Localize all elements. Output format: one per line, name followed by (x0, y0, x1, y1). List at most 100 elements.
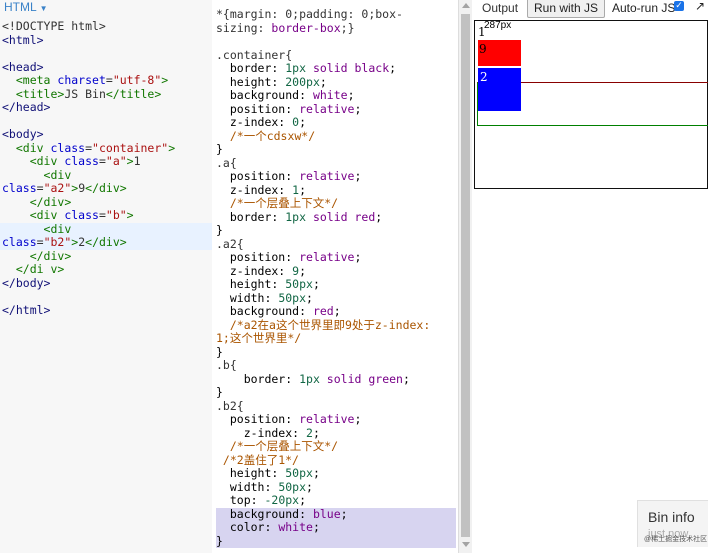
css-code-line[interactable]: height: 50px; (216, 466, 456, 481)
html-code-line[interactable]: </div> (2, 195, 212, 210)
html-code-line[interactable]: <!DOCTYPE html> (2, 19, 212, 34)
html-code-line[interactable]: <html> (2, 33, 212, 48)
css-code-line[interactable]: position: relative; (216, 412, 456, 427)
html-code-token: <div (43, 221, 72, 236)
css-code-line[interactable]: /*2盖住了1*/ (216, 453, 456, 468)
css-code-line[interactable]: position: relative; (216, 101, 456, 117)
css-code-line[interactable]: .b{ (216, 358, 456, 373)
css-code-line[interactable]: background: white; (216, 88, 456, 103)
css-code-line[interactable]: border: 1px solid red; (216, 209, 456, 225)
css-code-line[interactable]: } (216, 534, 456, 548)
html-code-line[interactable]: <meta charset="utf-8"> (2, 73, 212, 88)
css-code-line[interactable]: background: red; (216, 304, 456, 319)
preview-container-box: 287px 1 9 2 (474, 20, 708, 189)
html-code-editor[interactable]: <!DOCTYPE html> <html> <head> <meta charse… (0, 19, 212, 318)
css-code-token: height: (216, 277, 286, 291)
css-code-token: solid (306, 61, 355, 75)
html-code-line[interactable]: <body> (2, 127, 212, 142)
html-code-line[interactable] (2, 290, 212, 304)
html-code-line[interactable]: <title>JS Bin</title> (2, 87, 212, 102)
html-code-line[interactable]: </html> (2, 303, 212, 318)
html-code-token: charset (57, 73, 106, 87)
css-code-line[interactable]: height: 50px; (216, 277, 456, 292)
css-code-line[interactable]: .container{ (216, 48, 456, 63)
css-code-line[interactable]: /*a2在a这个世界里即9处于z-index: (216, 317, 456, 333)
css-code-token: z-index: (216, 182, 293, 197)
css-code-line[interactable]: top: -20px; (216, 493, 456, 508)
css-code-line[interactable]: .a{ (216, 156, 456, 171)
css-code-token: border: (216, 209, 286, 224)
auto-run-js-label[interactable]: Auto-run JS (612, 1, 675, 15)
css-code-line[interactable]: width: 50px; (216, 480, 456, 495)
html-code-line[interactable]: <div (2, 168, 212, 183)
css-code-token: 2 (306, 425, 313, 440)
html-code-line[interactable] (2, 47, 212, 61)
css-code-line[interactable]: z-index: 1; (216, 182, 456, 198)
css-code-line[interactable] (216, 35, 456, 49)
html-code-line[interactable]: class="a2">9</div> (2, 181, 212, 196)
css-code-line[interactable]: sizing: border-box;} (216, 21, 456, 36)
output-tab-label[interactable]: Output (482, 1, 518, 15)
css-code-line[interactable]: /*一个层叠上下文*/ (216, 439, 456, 454)
html-code-line[interactable]: </body> (2, 275, 212, 291)
css-code-line[interactable]: /*一个cdsxw*/ (216, 129, 456, 144)
html-code-line[interactable]: <div class="a">1 (2, 154, 212, 169)
css-code-line[interactable]: .b2{ (216, 399, 456, 414)
css-code-token: ; (312, 425, 320, 440)
html-code-line[interactable]: <head> (2, 59, 212, 75)
css-code-token: ; (312, 466, 320, 480)
css-editor-panel[interactable]: *{margin: 0;padding: 0;box-sizing: borde… (212, 0, 458, 553)
css-code-line[interactable]: border: 1px solid black; (216, 61, 456, 76)
css-code-line[interactable]: background: blue; (216, 507, 456, 521)
html-code-token: = (36, 235, 44, 249)
run-with-js-button[interactable]: Run with JS (527, 0, 606, 18)
html-code-token: </body> (2, 275, 51, 290)
css-code-line[interactable]: } (216, 223, 456, 238)
html-code-line[interactable]: <div (0, 221, 212, 236)
html-panel-tab[interactable]: HTML ▼ (4, 0, 48, 14)
css-code-token: ; (389, 61, 397, 75)
css-code-editor[interactable]: *{margin: 0;padding: 0;box-sizing: borde… (216, 7, 456, 548)
html-editor-panel[interactable]: HTML ▼ <!DOCTYPE html> <html> <head> <meta … (0, 0, 213, 553)
html-code-token: > (161, 73, 169, 87)
css-code-line[interactable]: border: 1px solid green; (216, 372, 456, 387)
html-code-line[interactable]: <div class="b"> (2, 208, 212, 223)
css-code-line[interactable]: } (216, 142, 456, 157)
html-code-line[interactable] (2, 115, 212, 129)
html-code-line[interactable]: <div class="container"> (2, 141, 212, 156)
css-code-line[interactable]: /*一个层叠上下文*/ (216, 196, 456, 211)
scroll-down-arrow-icon[interactable] (462, 542, 470, 547)
css-code-token: *{margin: 0;padding: 0;box- (216, 7, 403, 21)
css-code-line[interactable]: color: white; (216, 520, 456, 535)
html-code-token: class (2, 235, 37, 249)
scroll-up-arrow-icon[interactable] (462, 3, 470, 8)
auto-run-js-checkbox[interactable]: ✓ (674, 1, 684, 11)
html-code-line[interactable]: </div> (2, 249, 212, 264)
css-code-token: /*a2在a这个世界里即9处于z-index: (216, 317, 431, 332)
css-code-token: relative (299, 101, 355, 116)
css-code-line[interactable]: z-index: 2; (216, 425, 456, 441)
css-code-line[interactable]: height: 200px; (216, 75, 456, 90)
open-in-new-window-icon[interactable]: ↗ (695, 0, 705, 13)
css-code-line[interactable]: position: relative; (216, 169, 456, 184)
css-code-token: white (312, 88, 348, 102)
css-code-line[interactable]: width: 50px; (216, 291, 456, 306)
selected-text: color: white; (216, 520, 456, 535)
css-code-line[interactable]: } (216, 385, 456, 400)
html-code-token: <!DOCTYPE html> (2, 19, 106, 33)
css-code-line[interactable]: z-index: 0; (216, 115, 456, 130)
css-code-line[interactable]: } (216, 345, 456, 360)
html-code-line[interactable]: </head> (2, 100, 212, 115)
css-code-line[interactable]: *{margin: 0;padding: 0;box- (216, 7, 456, 22)
scrollbar-thumb[interactable] (461, 14, 470, 537)
bin-info-panel[interactable]: Bin info just now @稀土掘金技术社区 (637, 500, 708, 547)
css-code-line[interactable]: 1;这个世界里*/ (216, 331, 456, 346)
html-code-line[interactable]: class="b2">2</div> (0, 235, 212, 250)
css-code-line[interactable]: .a2{ (216, 237, 456, 252)
css-code-line[interactable]: z-index: 9; (216, 264, 456, 279)
html-code-token: > (126, 154, 134, 168)
css-code-line[interactable]: position: relative; (216, 250, 456, 265)
html-code-token: <head> (2, 59, 44, 74)
html-code-line[interactable]: </di v> (2, 262, 212, 277)
css-code-token: position: (216, 250, 300, 264)
